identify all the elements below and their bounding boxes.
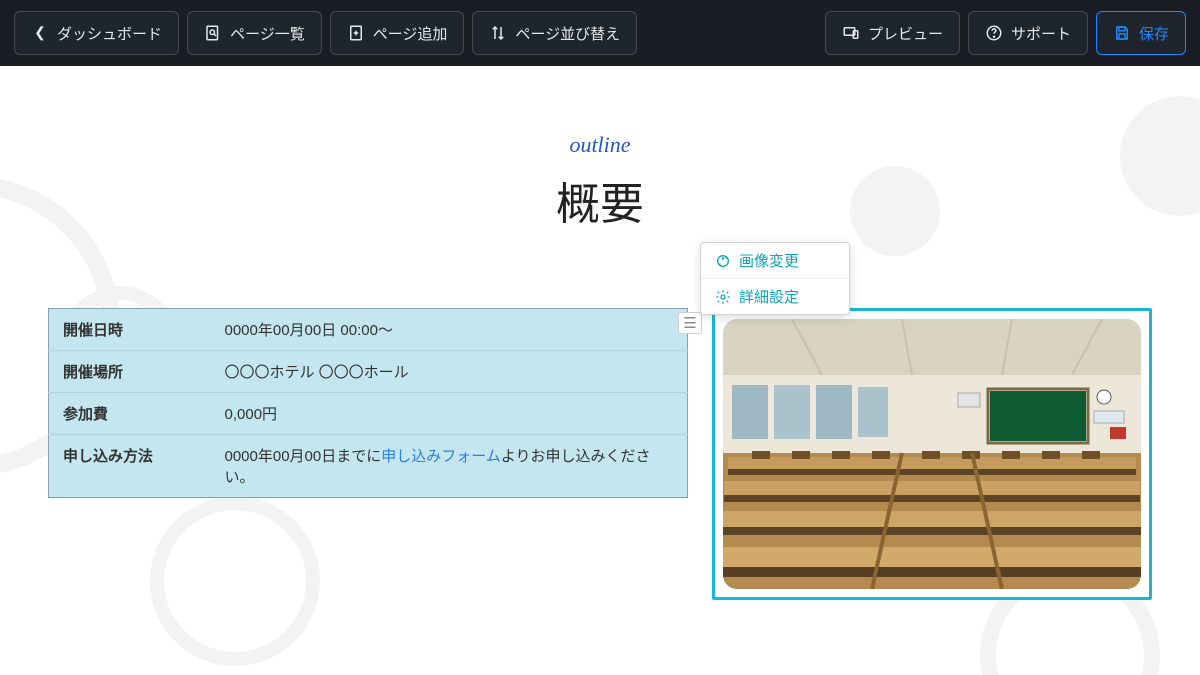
page-sort-button[interactable]: ページ並び替え <box>472 11 637 55</box>
row-value: 0000年00月00日 00:00～ <box>219 309 688 351</box>
image-frame <box>712 308 1152 600</box>
context-advanced-label: 詳細設定 <box>739 286 799 307</box>
row-value: 0,000円 <box>219 393 688 435</box>
row-label: 開催日時 <box>49 309 219 351</box>
row-value: 0000年00月00日までに申し込みフォームよりお申し込みください。 <box>219 435 688 498</box>
page-add-icon <box>347 24 365 42</box>
help-icon <box>985 24 1003 42</box>
page-sort-label: ページ並び替え <box>515 23 620 44</box>
row-label: 参加費 <box>49 393 219 435</box>
search-page-icon <box>204 24 222 42</box>
table-row: 開催場所 〇〇〇ホテル 〇〇〇ホール <box>49 351 688 393</box>
sort-icon <box>489 24 507 42</box>
image-block[interactable]: 画像変更 詳細設定 <box>712 308 1152 600</box>
preview-label: プレビュー <box>868 23 943 44</box>
page-canvas: outline 概要 開催日時 0000年00月00日 00:00～ 開催場所 … <box>0 66 1200 675</box>
gear-icon <box>715 289 731 305</box>
info-table: 開催日時 0000年00月00日 00:00～ 開催場所 〇〇〇ホテル 〇〇〇ホ… <box>48 308 688 498</box>
image-preview <box>723 319 1141 589</box>
context-change-image-label: 画像変更 <box>739 250 799 271</box>
hamburger-icon: ☰ <box>683 314 696 332</box>
row-label: 開催場所 <box>49 351 219 393</box>
section-subtitle: outline <box>0 132 1200 158</box>
outline-content: 開催日時 0000年00月00日 00:00～ 開催場所 〇〇〇ホテル 〇〇〇ホ… <box>0 308 1200 600</box>
table-row: 参加費 0,000円 <box>49 393 688 435</box>
info-table-block[interactable]: 開催日時 0000年00月00日 00:00～ 開催場所 〇〇〇ホテル 〇〇〇ホ… <box>48 308 688 498</box>
save-icon <box>1113 24 1131 42</box>
table-row: 開催日時 0000年00月00日 00:00～ <box>49 309 688 351</box>
context-change-image[interactable]: 画像変更 <box>701 243 849 278</box>
apply-form-link[interactable]: 申し込みフォーム <box>381 448 501 465</box>
save-button[interactable]: 保存 <box>1096 11 1186 55</box>
page-add-label: ページ追加 <box>373 23 448 44</box>
page-add-button[interactable]: ページ追加 <box>330 11 465 55</box>
devices-icon <box>842 24 860 42</box>
classroom-image <box>723 319 1141 589</box>
chevron-left-icon: ❮ <box>31 24 49 42</box>
context-advanced[interactable]: 詳細設定 <box>701 278 849 314</box>
table-row: 申し込み方法 0000年00月00日までに申し込みフォームよりお申し込みください… <box>49 435 688 498</box>
dashboard-label: ダッシュボード <box>57 23 162 44</box>
row-label: 申し込み方法 <box>49 435 219 498</box>
preview-button[interactable]: プレビュー <box>825 11 960 55</box>
refresh-icon <box>715 253 731 269</box>
page-list-button[interactable]: ページ一覧 <box>187 11 322 55</box>
topbar: ❮ ダッシュボード ページ一覧 ページ追加 ページ並び替え プレビュー サポート… <box>0 0 1200 66</box>
apply-text-before: 0000年00月00日までに <box>225 448 382 465</box>
image-context-menu: 画像変更 詳細設定 <box>700 242 850 315</box>
deco-circle <box>850 166 940 256</box>
section-title: 概要 <box>0 168 1200 232</box>
save-label: 保存 <box>1139 23 1169 44</box>
page-list-label: ページ一覧 <box>230 23 305 44</box>
table-menu-handle[interactable]: ☰ <box>678 312 702 334</box>
row-value: 〇〇〇ホテル 〇〇〇ホール <box>219 351 688 393</box>
dashboard-button[interactable]: ❮ ダッシュボード <box>14 11 179 55</box>
support-label: サポート <box>1011 23 1071 44</box>
support-button[interactable]: サポート <box>968 11 1088 55</box>
